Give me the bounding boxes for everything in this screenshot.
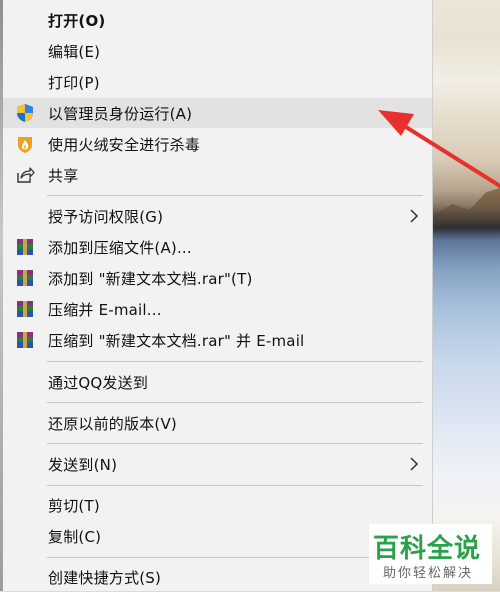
watermark-title: 百科全说 xyxy=(373,534,482,564)
watermark: 百科全说 助你轻松解决 xyxy=(369,524,492,584)
watermark-subtitle: 助你轻松解决 xyxy=(383,566,474,581)
annotation-arrow xyxy=(378,110,500,188)
